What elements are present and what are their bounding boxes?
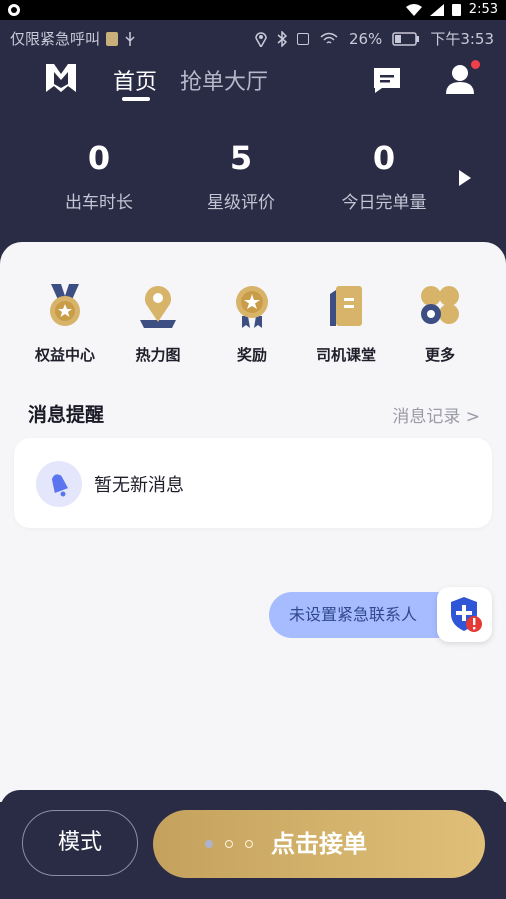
shortcut-label: 奖励: [236, 346, 267, 364]
bell-icon: [51, 474, 68, 497]
messages-title: 消息提醒: [28, 404, 105, 426]
shortcut-rewards[interactable]: 奖励: [207, 282, 297, 365]
stat-today-orders[interactable]: 0 今日完单量: [309, 140, 459, 213]
accept-order-button[interactable]: 点击接单: [153, 810, 485, 878]
usb-icon: [125, 31, 135, 46]
top-nav: 首页 抢单大厅: [0, 56, 506, 106]
emergency-only-text: 仅限紧急呼叫: [10, 30, 101, 48]
stats-next-arrow-icon[interactable]: [459, 170, 471, 186]
shortcut-grid: 权益中心 热力图 奖励 司机课堂 更多: [0, 282, 506, 372]
shortcut-driver-class[interactable]: 司机课堂: [301, 282, 391, 365]
chat-icon[interactable]: [371, 66, 403, 94]
signal-icon: [429, 3, 444, 16]
system-info-bar: 仅限紧急呼叫 26% 下午3:53: [0, 20, 506, 54]
stat-label: 出车时长: [65, 193, 133, 213]
more-icon: [421, 286, 459, 324]
empty-message-text: 暂无新消息: [94, 475, 184, 496]
emergency-contact-prompt[interactable]: 未设置紧急联系人: [269, 592, 459, 638]
status-bar: 2:53: [0, 0, 506, 20]
accept-order-label: 点击接单: [271, 830, 367, 858]
wifi-icon: [405, 3, 422, 16]
user-profile-button[interactable]: [444, 60, 480, 96]
stat-label: 星级评价: [207, 193, 275, 213]
award-icon: [236, 286, 268, 328]
shortcut-label: 权益中心: [34, 346, 95, 364]
safety-center-button[interactable]: [437, 587, 492, 642]
stat-value: 0: [372, 139, 396, 177]
bell-icon-container: [36, 461, 82, 507]
shortcut-benefits-center[interactable]: 权益中心: [20, 282, 110, 365]
notification-badge: [471, 60, 480, 69]
message-card[interactable]: 暂无新消息: [14, 438, 492, 528]
system-time: 下午3:53: [430, 30, 494, 48]
shortcut-more[interactable]: 更多: [395, 282, 485, 365]
carousel-dots: [205, 840, 253, 848]
message-history-link[interactable]: 消息记录 >: [392, 402, 480, 427]
bottom-action-bar: 模式 点击接单: [0, 790, 506, 899]
app-logo-icon: [46, 64, 76, 92]
tab-home[interactable]: 首页: [113, 64, 157, 96]
carousel-dot: [245, 840, 253, 848]
medal-icon: [50, 284, 80, 326]
location-icon: [255, 31, 267, 47]
mode-button[interactable]: 模式: [22, 810, 138, 876]
wifi-icon: [320, 32, 338, 44]
stat-value: 0: [87, 139, 111, 177]
map-pin-icon: [140, 286, 176, 328]
battery-percent: 26%: [348, 29, 383, 48]
nfc-icon: [296, 32, 309, 45]
shortcut-label: 司机课堂: [315, 346, 376, 364]
carousel-dot: [205, 840, 213, 848]
active-tab-indicator: [122, 97, 150, 101]
status-time: 2:53: [468, 2, 498, 17]
main-panel: 权益中心 热力图 奖励 司机课堂 更多 消息提醒 消息记录 > 暂无新消息: [0, 242, 506, 802]
stat-star-rating[interactable]: 5 星级评价: [166, 140, 316, 213]
status-right: 2:53: [405, 2, 498, 17]
shortcut-label: 热力图: [135, 346, 181, 364]
sim-icon: [106, 31, 119, 46]
carousel-dot: [225, 840, 233, 848]
battery-icon: [392, 31, 420, 46]
book-icon: [330, 286, 362, 326]
stat-value: 5: [229, 139, 253, 177]
battery-icon: [451, 4, 461, 16]
tab-order-hall[interactable]: 抢单大厅: [180, 64, 268, 96]
shield-alert-icon: [451, 597, 482, 632]
shortcut-label: 更多: [424, 346, 455, 364]
bluetooth-icon: [277, 30, 287, 47]
stats-row: 0 出车时长 5 星级评价 0 今日完单量: [0, 140, 506, 220]
shortcut-heatmap[interactable]: 热力图: [113, 282, 203, 365]
stat-online-hours[interactable]: 0 出车时长: [24, 140, 174, 213]
system-app-icon: [8, 4, 20, 16]
stat-label: 今日完单量: [341, 193, 427, 213]
